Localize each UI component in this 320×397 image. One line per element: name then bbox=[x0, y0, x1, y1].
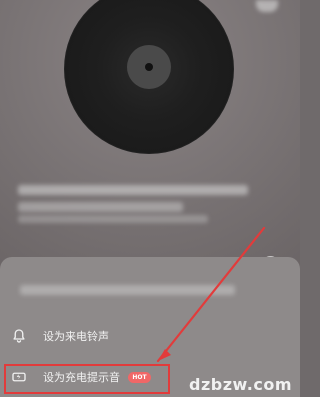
watermark: dzbzw.com bbox=[188, 375, 292, 394]
annotation-arrow bbox=[156, 226, 266, 363]
